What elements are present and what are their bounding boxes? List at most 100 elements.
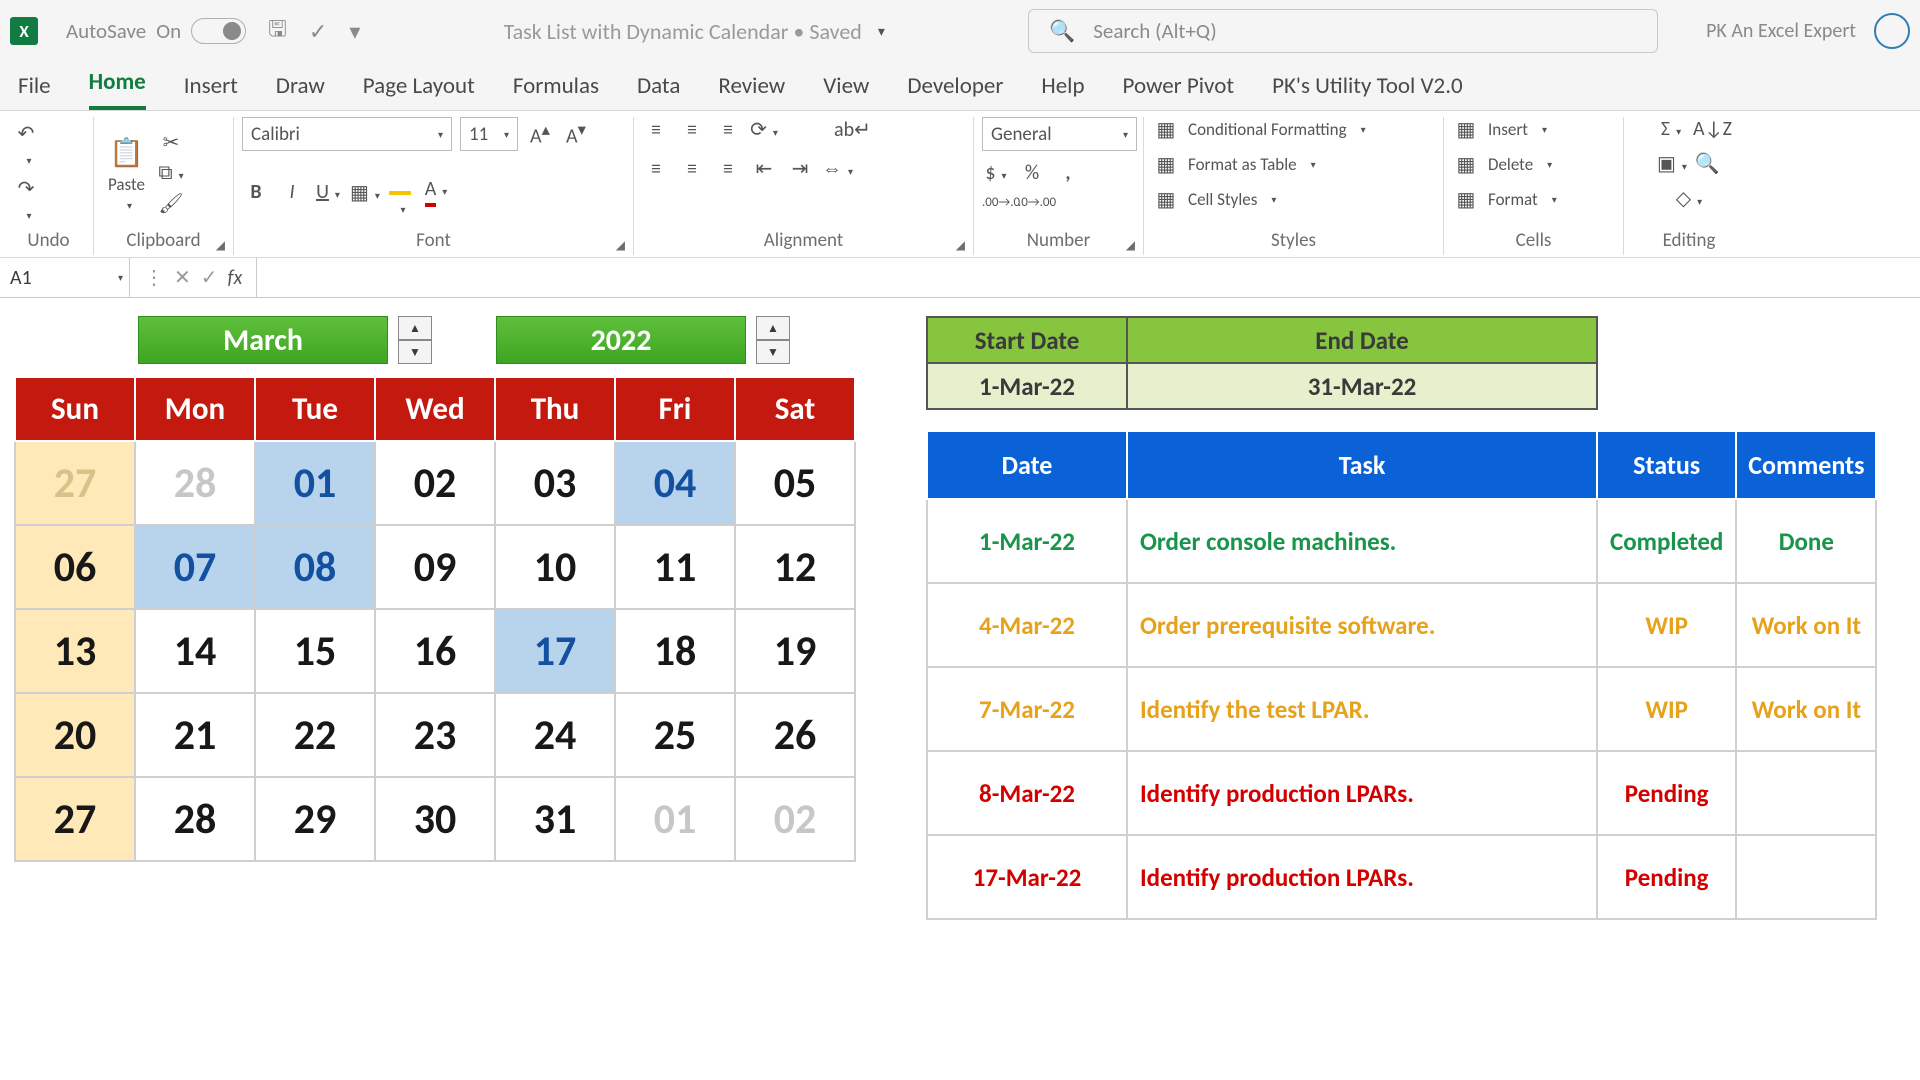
tab-power-pivot[interactable]: Power Pivot — [1123, 72, 1235, 110]
insert-button[interactable]: ▦Insert▾ — [1452, 117, 1547, 142]
redo-icon[interactable]: ↷ ▾ — [12, 176, 40, 225]
name-box[interactable]: A1▾ — [0, 258, 130, 297]
calendar-cell[interactable]: 14 — [135, 609, 255, 693]
calendar-cell[interactable]: 10 — [495, 525, 615, 609]
calendar-cell[interactable]: 09 — [375, 525, 495, 609]
tab-page-layout[interactable]: Page Layout — [363, 72, 475, 110]
increase-indent-icon[interactable]: ⇥ — [786, 156, 814, 181]
align-right-icon[interactable]: ≡ — [714, 157, 742, 181]
calendar-cell[interactable]: 24 — [495, 693, 615, 777]
paste-button[interactable]: 📋 Paste ▾ — [102, 133, 151, 214]
end-date-cell[interactable]: 31-Mar-22 — [1127, 363, 1597, 409]
calendar-cell[interactable]: 01 — [615, 777, 735, 861]
calendar-cell[interactable]: 21 — [135, 693, 255, 777]
copy-icon[interactable]: ⧉▾ — [157, 161, 185, 185]
tab-formulas[interactable]: Formulas — [513, 72, 599, 110]
task-cell[interactable]: Work on It — [1736, 583, 1876, 667]
calendar-cell[interactable]: 02 — [375, 441, 495, 525]
task-cell[interactable]: Identify production LPARs. — [1127, 751, 1597, 835]
calendar-cell[interactable]: 08 — [255, 525, 375, 609]
calendar-cell[interactable]: 31 — [495, 777, 615, 861]
calendar-cell[interactable]: 17 — [495, 609, 615, 693]
increase-font-icon[interactable]: A▴ — [526, 120, 554, 149]
cell-styles-button[interactable]: ▦Cell Styles▾ — [1152, 187, 1276, 212]
chevron-down-icon[interactable]: ▾ — [878, 23, 885, 40]
task-cell[interactable] — [1736, 751, 1876, 835]
calendar-cell[interactable]: 11 — [615, 525, 735, 609]
wrap-text-icon[interactable]: ab↵ — [834, 117, 862, 142]
format-as-table-button[interactable]: ▦Format as Table▾ — [1152, 152, 1316, 177]
decrease-indent-icon[interactable]: ⇤ — [750, 156, 778, 181]
comma-icon[interactable]: , — [1054, 161, 1082, 185]
tab-data[interactable]: Data — [637, 72, 680, 110]
start-date-cell[interactable]: 1-Mar-22 — [927, 363, 1127, 409]
align-middle-icon[interactable]: ≡ — [678, 118, 706, 142]
calendar-cell[interactable]: 23 — [375, 693, 495, 777]
merge-center-icon[interactable]: ⇔▾ — [822, 157, 850, 181]
autosave-toggle[interactable]: AutoSave On — [66, 18, 246, 44]
fx-icon[interactable]: fx — [228, 266, 243, 290]
border-icon[interactable]: ▦▾ — [350, 180, 378, 205]
italic-button[interactable]: I — [278, 180, 306, 204]
search-input[interactable]: 🔍 Search (Alt+Q) — [1028, 9, 1658, 53]
expand-icon[interactable]: ⋮ — [144, 265, 164, 290]
worksheet[interactable]: March ▲ ▼ 2022 ▲ ▼ SunMonTueWedThuFriSat… — [0, 298, 1920, 920]
task-cell[interactable]: 4-Mar-22 — [927, 583, 1127, 667]
find-icon[interactable]: 🔍 — [1693, 151, 1721, 176]
toggle-switch-icon[interactable] — [191, 18, 246, 44]
fill-icon[interactable]: ▣▾ — [1657, 151, 1685, 176]
task-cell[interactable]: Completed — [1597, 499, 1736, 583]
task-cell[interactable] — [1736, 835, 1876, 919]
calendar-cell[interactable]: 12 — [735, 525, 855, 609]
cut-icon[interactable]: ✂ — [157, 130, 185, 155]
calendar-cell[interactable]: 18 — [615, 609, 735, 693]
calendar-cell[interactable]: 28 — [135, 777, 255, 861]
clear-icon[interactable]: ◇▾ — [1675, 186, 1703, 211]
tab-view[interactable]: View — [823, 72, 869, 110]
spinner-up-icon[interactable]: ▲ — [398, 316, 432, 340]
calendar-cell[interactable]: 15 — [255, 609, 375, 693]
task-cell[interactable]: Work on It — [1736, 667, 1876, 751]
calendar-cell[interactable]: 19 — [735, 609, 855, 693]
format-painter-icon[interactable]: 🖌 — [157, 191, 185, 216]
tab-pk-s-utility-tool-v2-0[interactable]: PK's Utility Tool V2.0 — [1272, 72, 1463, 110]
table-row[interactable]: 1-Mar-22Order console machines.Completed… — [927, 499, 1876, 583]
calendar-cell[interactable]: 25 — [615, 693, 735, 777]
table-row[interactable]: 7-Mar-22Identify the test LPAR.WIPWork o… — [927, 667, 1876, 751]
calendar-cell[interactable]: 28 — [135, 441, 255, 525]
format-button[interactable]: ▦Format▾ — [1452, 187, 1557, 212]
calendar-cell[interactable]: 04 — [615, 441, 735, 525]
task-cell[interactable]: Pending — [1597, 835, 1736, 919]
font-size-select[interactable]: 11▾ — [460, 117, 518, 151]
chevron-down-icon[interactable]: ▾ — [349, 18, 360, 45]
table-row[interactable]: 4-Mar-22Order prerequisite software.WIPW… — [927, 583, 1876, 667]
calendar-cell[interactable]: 05 — [735, 441, 855, 525]
percent-icon[interactable]: % — [1018, 161, 1046, 185]
calendar-cell[interactable]: 27 — [15, 777, 135, 861]
task-cell[interactable]: 7-Mar-22 — [927, 667, 1127, 751]
document-title[interactable]: Task List with Dynamic Calendar • Saved … — [360, 18, 1028, 45]
undo-icon[interactable]: ↶ ▾ — [12, 121, 40, 170]
underline-button[interactable]: U▾ — [314, 180, 342, 204]
calendar-cell[interactable]: 13 — [15, 609, 135, 693]
calendar-cell[interactable]: 03 — [495, 441, 615, 525]
task-cell[interactable]: Done — [1736, 499, 1876, 583]
calendar-cell[interactable]: 02 — [735, 777, 855, 861]
tab-file[interactable]: File — [18, 72, 51, 110]
delete-button[interactable]: ▦Delete▾ — [1452, 152, 1552, 177]
font-color-icon[interactable]: A▾ — [422, 177, 450, 207]
calendar-cell[interactable]: 27 — [15, 441, 135, 525]
month-spinner[interactable]: ▲ ▼ — [398, 316, 432, 364]
tab-review[interactable]: Review — [718, 72, 785, 110]
calendar-cell[interactable]: 26 — [735, 693, 855, 777]
task-cell[interactable]: Order console machines. — [1127, 499, 1597, 583]
align-top-icon[interactable]: ≡ — [642, 118, 670, 142]
year-spinner[interactable]: ▲ ▼ — [756, 316, 790, 364]
task-cell[interactable]: WIP — [1597, 583, 1736, 667]
quick-access-icon[interactable]: ✓ — [309, 18, 327, 45]
calendar-cell[interactable]: 07 — [135, 525, 255, 609]
task-cell[interactable]: Order prerequisite software. — [1127, 583, 1597, 667]
tab-home[interactable]: Home — [89, 68, 146, 110]
currency-icon[interactable]: $▾ — [982, 161, 1010, 185]
calendar-cell[interactable]: 16 — [375, 609, 495, 693]
